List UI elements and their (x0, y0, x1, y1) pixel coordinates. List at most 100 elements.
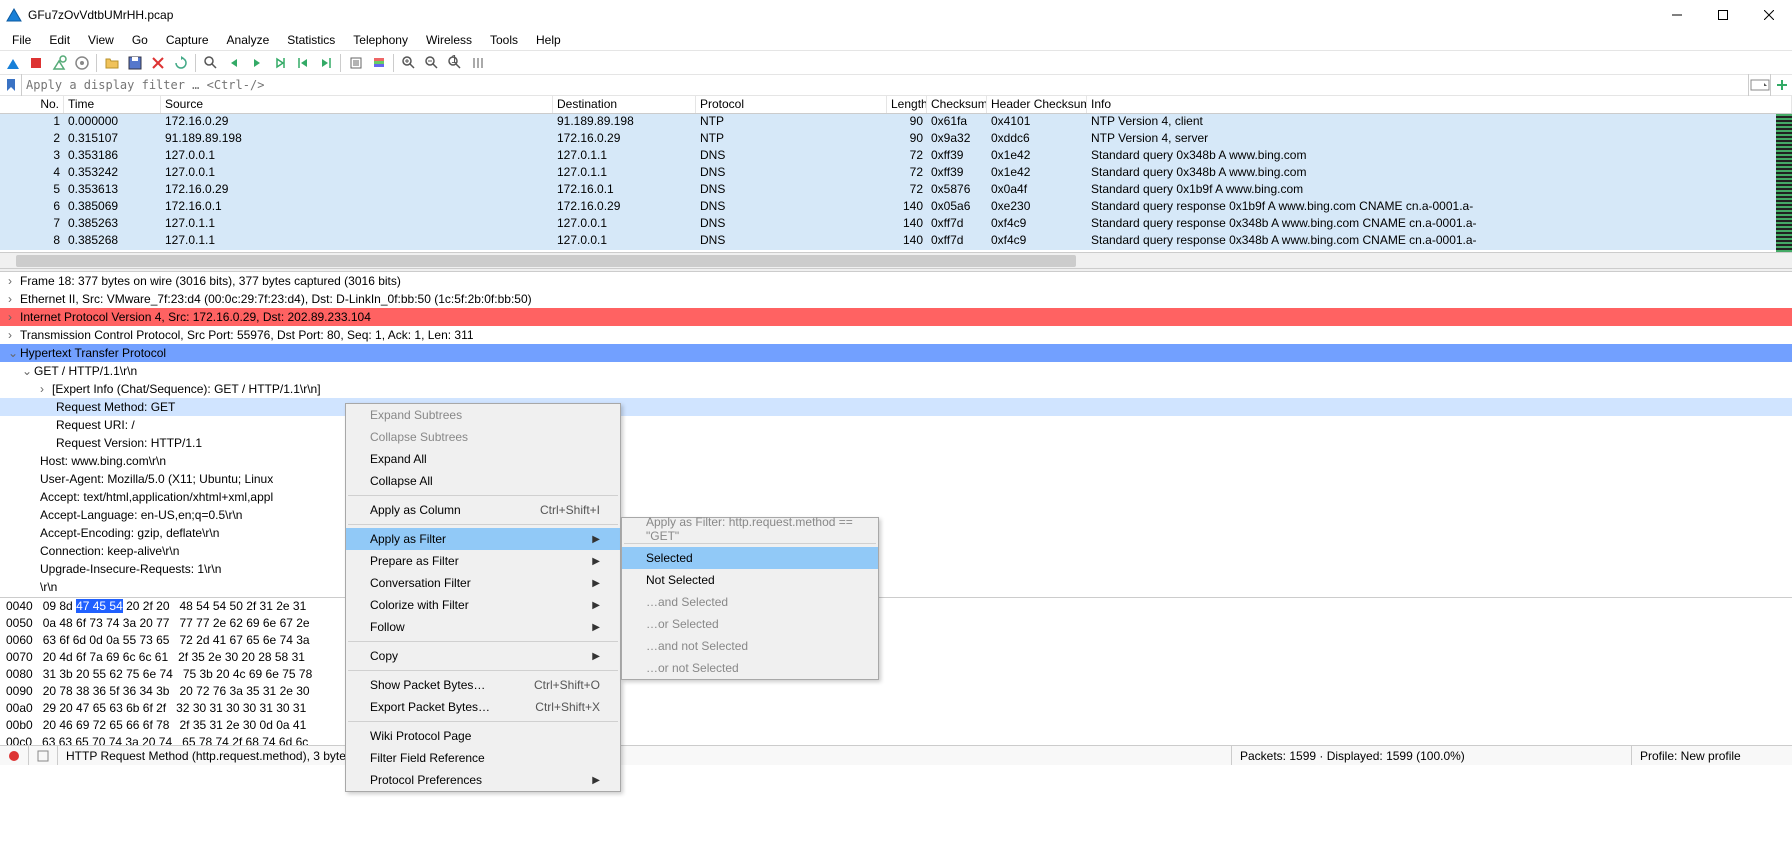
capture-options-icon[interactable] (71, 52, 93, 74)
context-menu-item[interactable]: Show Packet Bytes…Ctrl+Shift+O (346, 674, 620, 696)
context-menu-item[interactable]: Conversation Filter▶ (346, 572, 620, 594)
context-menu-item[interactable]: Follow▶ (346, 616, 620, 638)
minimize-button[interactable] (1654, 0, 1700, 30)
detail-host[interactable]: Host: www.bing.com\r\n (40, 454, 166, 468)
packet-row[interactable]: 80.385268127.0.1.1127.0.0.1DNS1400xff7d0… (0, 233, 1792, 250)
zoom-reset-icon[interactable]: 1 (444, 52, 466, 74)
detail-connection[interactable]: Connection: keep-alive\r\n (40, 544, 179, 558)
col-header-header-checksum[interactable]: Header Checksum (987, 96, 1087, 113)
detail-ethernet[interactable]: Ethernet II, Src: VMware_7f:23:d4 (00:0c… (20, 292, 532, 306)
col-header-time[interactable]: Time (64, 96, 161, 113)
packet-row[interactable]: 10.000000172.16.0.2991.189.89.198NTP900x… (0, 114, 1792, 131)
packet-row[interactable]: 20.31510791.189.89.198172.16.0.29NTP900x… (0, 131, 1792, 148)
detail-frame[interactable]: Frame 18: 377 bytes on wire (3016 bits),… (20, 274, 401, 288)
close-file-icon[interactable] (147, 52, 169, 74)
packet-row[interactable]: 70.385263127.0.1.1127.0.0.1DNS1400xff7d0… (0, 216, 1792, 233)
menu-wireless[interactable]: Wireless (418, 31, 480, 49)
stop-capture-icon[interactable] (25, 52, 47, 74)
menu-telephony[interactable]: Telephony (345, 31, 416, 49)
bytes-line[interactable]: 0040 09 8d 47 45 54 20 2f 20 48 54 54 50… (0, 598, 1792, 615)
bytes-line[interactable]: 00a0 29 20 47 65 63 6b 6f 2f 32 30 31 30… (0, 700, 1792, 717)
col-header-destination[interactable]: Destination (553, 96, 696, 113)
menu-statistics[interactable]: Statistics (279, 31, 343, 49)
auto-scroll-icon[interactable] (345, 52, 367, 74)
packet-row[interactable]: 40.353242127.0.0.1127.0.1.1DNS720xff390x… (0, 165, 1792, 182)
context-menu-item[interactable]: Export Packet Bytes…Ctrl+Shift+X (346, 696, 620, 718)
packet-bytes[interactable]: 0040 09 8d 47 45 54 20 2f 20 48 54 54 50… (0, 597, 1792, 745)
detail-upgrade[interactable]: Upgrade-Insecure-Requests: 1\r\n (40, 562, 221, 576)
context-menu-item[interactable]: Prepare as Filter▶ (346, 550, 620, 572)
packet-list-hscroll[interactable] (0, 252, 1792, 268)
detail-accept[interactable]: Accept: text/html,application/xhtml+xml,… (40, 490, 273, 504)
menu-file[interactable]: File (4, 31, 39, 49)
packet-row[interactable]: 30.353186127.0.0.1127.0.1.1DNS720xff390x… (0, 148, 1792, 165)
submenu-item[interactable]: Selected (622, 547, 878, 569)
bytes-line[interactable]: 0060 63 6f 6d 0d 0a 55 73 65 72 2d 41 67… (0, 632, 1792, 649)
packet-list[interactable]: 10.000000172.16.0.2991.189.89.198NTP900x… (0, 114, 1792, 252)
detail-expert-info[interactable]: [Expert Info (Chat/Sequence): GET / HTTP… (52, 382, 321, 396)
menu-edit[interactable]: Edit (41, 31, 78, 49)
maximize-button[interactable] (1700, 0, 1746, 30)
bytes-line[interactable]: 0080 31 3b 20 55 62 75 6e 74 75 3b 20 4c… (0, 666, 1792, 683)
bytes-line[interactable]: 00c0 63 63 65 70 74 3a 20 74 65 78 74 2f… (0, 734, 1792, 745)
zoom-in-icon[interactable] (398, 52, 420, 74)
detail-ip[interactable]: Internet Protocol Version 4, Src: 172.16… (20, 310, 371, 324)
packet-row[interactable]: 60.385069172.16.0.1172.16.0.29DNS1400x05… (0, 199, 1792, 216)
submenu-item[interactable]: Not Selected (622, 569, 878, 591)
status-capture-file-icon[interactable] (29, 746, 58, 765)
detail-request-version[interactable]: Request Version: HTTP/1.1 (56, 436, 202, 450)
col-header-protocol[interactable]: Protocol (696, 96, 887, 113)
resize-columns-icon[interactable] (467, 52, 489, 74)
status-expert-icon[interactable] (0, 746, 29, 765)
detail-http[interactable]: Hypertext Transfer Protocol (20, 346, 166, 360)
next-packet-icon[interactable] (246, 52, 268, 74)
context-menu-item[interactable]: Colorize with Filter▶ (346, 594, 620, 616)
colorize-icon[interactable] (368, 52, 390, 74)
bytes-line[interactable]: 0050 0a 48 6f 73 74 3a 20 77 77 77 2e 62… (0, 615, 1792, 632)
detail-crlf[interactable]: \r\n (40, 580, 57, 594)
restart-capture-icon[interactable] (48, 52, 70, 74)
context-menu-item[interactable]: Wiki Protocol Page (346, 725, 620, 747)
menu-go[interactable]: Go (124, 31, 156, 49)
context-menu-item[interactable]: Protocol Preferences▶ (346, 769, 620, 791)
prev-packet-icon[interactable] (223, 52, 245, 74)
context-menu-item[interactable]: Collapse All (346, 470, 620, 492)
menu-capture[interactable]: Capture (158, 31, 217, 49)
display-filter-input[interactable] (22, 75, 1748, 95)
status-profile[interactable]: Profile: New profile (1632, 746, 1792, 765)
packet-details[interactable]: ›Frame 18: 377 bytes on wire (3016 bits)… (0, 272, 1792, 597)
packet-list-minimap[interactable] (1776, 114, 1792, 252)
bytes-line[interactable]: 00b0 20 46 69 72 65 66 6f 78 2f 35 31 2e… (0, 717, 1792, 734)
packet-row[interactable]: 50.353613172.16.0.29172.16.0.1DNS720x587… (0, 182, 1792, 199)
bytes-line[interactable]: 0070 20 4d 6f 7a 69 6c 6c 61 2f 35 2e 30… (0, 649, 1792, 666)
reload-icon[interactable] (170, 52, 192, 74)
save-file-icon[interactable] (124, 52, 146, 74)
start-capture-icon[interactable] (2, 52, 24, 74)
detail-accept-encoding[interactable]: Accept-Encoding: gzip, deflate\r\n (40, 526, 219, 540)
context-menu-item[interactable]: Apply as Filter▶ (346, 528, 620, 550)
context-menu-item[interactable]: Apply as ColumnCtrl+Shift+I (346, 499, 620, 521)
open-file-icon[interactable] (101, 52, 123, 74)
context-menu-item[interactable]: Filter Field Reference (346, 747, 620, 769)
menu-analyze[interactable]: Analyze (219, 31, 278, 49)
filter-dropdown-icon[interactable] (1748, 74, 1770, 96)
detail-get-line[interactable]: GET / HTTP/1.1\r\n (34, 364, 137, 378)
col-header-no[interactable]: No. (0, 96, 64, 113)
bytes-line[interactable]: 0090 20 78 38 36 5f 36 34 3b 20 72 76 3a… (0, 683, 1792, 700)
find-packet-icon[interactable] (200, 52, 222, 74)
detail-tcp[interactable]: Transmission Control Protocol, Src Port:… (20, 328, 474, 342)
context-menu-item[interactable]: Copy▶ (346, 645, 620, 667)
col-header-length[interactable]: Length (887, 96, 927, 113)
detail-request-uri[interactable]: Request URI: / (56, 418, 135, 432)
col-header-source[interactable]: Source (161, 96, 553, 113)
menu-help[interactable]: Help (528, 31, 569, 49)
detail-request-method[interactable]: Request Method: GET (56, 400, 175, 414)
zoom-out-icon[interactable] (421, 52, 443, 74)
menu-tools[interactable]: Tools (482, 31, 526, 49)
close-button[interactable] (1746, 0, 1792, 30)
col-header-info[interactable]: Info (1087, 96, 1792, 113)
col-header-checksum[interactable]: Checksum (927, 96, 987, 113)
detail-accept-language[interactable]: Accept-Language: en-US,en;q=0.5\r\n (40, 508, 242, 522)
first-packet-icon[interactable] (292, 52, 314, 74)
menu-view[interactable]: View (80, 31, 122, 49)
